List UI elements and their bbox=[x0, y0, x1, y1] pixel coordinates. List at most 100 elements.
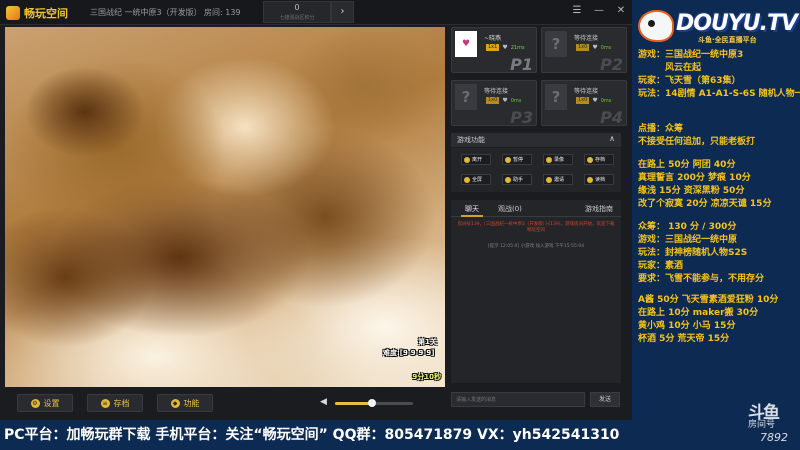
tab-spectate[interactable]: 观战(0) bbox=[498, 204, 522, 214]
settings-button[interactable]: ⚙ 设置 bbox=[17, 394, 73, 412]
volume-knob[interactable] bbox=[368, 399, 377, 407]
game-functions-title: 游戏功能 bbox=[457, 136, 485, 144]
function-load-button[interactable]: 读档 bbox=[584, 174, 614, 185]
heart-icon: ♥ bbox=[592, 44, 598, 51]
settings-label: 设置 bbox=[43, 398, 60, 408]
save-state-button[interactable]: ≡ 存档 bbox=[87, 394, 143, 412]
function-label: 存档 bbox=[595, 157, 606, 163]
overlay-info-line: 众筹： 130 分 / 300分 bbox=[638, 222, 737, 232]
overlay-info-line: 玩法：封神榜随机人物S2S bbox=[638, 248, 748, 258]
player-slot-2[interactable]: ? 等待连接 1x0 ♥ 0ms P2 bbox=[541, 27, 627, 74]
player-ping: 0ms bbox=[600, 97, 612, 104]
function-pause-button[interactable]: 暂停 bbox=[502, 154, 532, 165]
overlay-info-line: 改了个寂寞 20分 凉凉天谴 15分 bbox=[638, 199, 772, 209]
overlay-info-line: 风云在起 bbox=[638, 63, 702, 73]
overlay-info-line: 玩家：飞天雪（第63集） bbox=[638, 76, 741, 86]
window-controls: ☰ — ✕ bbox=[570, 4, 628, 18]
function-label: 助手 bbox=[513, 177, 524, 183]
volume-control[interactable]: ◀ bbox=[320, 396, 415, 410]
fullscreen-icon bbox=[464, 176, 470, 183]
chat-input[interactable] bbox=[451, 392, 585, 407]
player-name: 等待连接 bbox=[574, 88, 599, 95]
player-avatar: ? bbox=[455, 84, 477, 110]
function-assist-button[interactable]: 助手 bbox=[502, 174, 532, 185]
minimize-icon[interactable]: — bbox=[592, 4, 606, 18]
elapsed-time: 9分10秒 bbox=[412, 373, 441, 381]
douyu-logo: DOUYU.TV 斗鱼·全民直播平台 bbox=[638, 10, 798, 46]
chevron-up-icon[interactable]: ∧ bbox=[609, 134, 615, 143]
player-ping: 21ms bbox=[510, 44, 525, 51]
overlay-info-line: 要求：飞雪不能参与，不用存分 bbox=[638, 274, 765, 284]
player-avatar: ♥ bbox=[455, 31, 477, 57]
function-button[interactable]: ◆ 功能 bbox=[157, 394, 213, 412]
function-invite-button[interactable]: 邀请 bbox=[543, 174, 573, 185]
player-avatar: ? bbox=[545, 84, 567, 110]
overlay-info-line: 缘浅 15分 资深黑粉 50分 bbox=[638, 186, 745, 196]
function-label: 读档 bbox=[595, 177, 606, 183]
overlay-info-line: 在路上 10分 maker搬 30分 bbox=[638, 308, 759, 318]
game-screen[interactable]: 第1关 难度:[9-9-9-9] 9分10秒 bbox=[5, 27, 445, 387]
douyu-room-badge: 斗鱼 房间号 7892 bbox=[748, 398, 798, 446]
invite-icon bbox=[546, 176, 552, 183]
player-slot-1[interactable]: ♥ ~晓燕 1x1 ♥ 21ms P1 bbox=[451, 27, 537, 74]
function-label: 暂停 bbox=[513, 157, 524, 163]
promo-banner: PC平台：加畅玩群下载 手机平台：关注“畅玩空间” QQ群：805471879 … bbox=[4, 427, 620, 443]
save-label: 存档 bbox=[113, 398, 130, 408]
function-fullscreen-button[interactable]: 全屏 bbox=[461, 174, 491, 185]
cube-icon: ◆ bbox=[170, 398, 180, 408]
player-number: P4 bbox=[600, 108, 623, 127]
douyu-room-number: 7892 bbox=[760, 431, 788, 444]
function-label: 离开 bbox=[472, 157, 483, 163]
overlay-info-line: 点播：众筹 bbox=[638, 124, 684, 134]
function-record-button[interactable]: 录像 bbox=[543, 154, 573, 165]
player-controller-tag: 1x1 bbox=[486, 44, 500, 51]
menu-icon[interactable]: ☰ bbox=[570, 4, 584, 18]
overlay-info-line: 黄小鸡 10分 小马 15分 bbox=[638, 321, 736, 331]
player-slot-3[interactable]: ? 等待连接 1x0 ♥ 0ms P3 bbox=[451, 80, 537, 127]
game-functions-grid: 离开 暂停 录像 存档全屏 助手 邀请 读档 bbox=[451, 148, 621, 192]
send-button[interactable]: 发送 bbox=[590, 392, 620, 407]
chat-panel: 聊天 观战(0) 游戏指南 房间号139，[三国战纪一统中原3（开发版）]-[1… bbox=[451, 200, 621, 383]
save-icon: ≡ bbox=[100, 398, 110, 408]
player-slot-4[interactable]: ? 等待连接 1x0 ♥ 0ms P4 bbox=[541, 80, 627, 127]
game-functions-header[interactable]: 游戏功能 ∧ bbox=[451, 133, 621, 147]
player-avatar: ? bbox=[545, 31, 567, 57]
player-name: 等待连接 bbox=[484, 88, 509, 95]
heart-icon: ♥ bbox=[502, 97, 508, 104]
record-icon bbox=[546, 156, 552, 163]
game-toolbar: ⚙ 设置 ≡ 存档 ◆ 功能 ◀ bbox=[5, 391, 445, 415]
overlay-info-line: 杯酒 5分 荒天帝 15分 bbox=[638, 334, 730, 344]
region-next-button[interactable]: › bbox=[331, 1, 354, 23]
logo-mark-icon bbox=[6, 5, 20, 20]
stage-label: 第1关 bbox=[418, 338, 437, 346]
player-stats: 1x0 ♥ 0ms bbox=[486, 97, 521, 104]
speaker-icon[interactable]: ◀ bbox=[320, 397, 330, 407]
player-number: P1 bbox=[510, 55, 533, 74]
volume-fill bbox=[335, 402, 373, 405]
tab-game-guide[interactable]: 游戏指南 bbox=[585, 204, 613, 214]
game-title: 三国战纪 一统中原3（开发版） bbox=[90, 8, 202, 17]
function-exit-button[interactable]: 离开 bbox=[461, 154, 491, 165]
join-message: [提示 12:05:0] 小游戏 加入游戏 下午15:55:04 bbox=[487, 244, 585, 249]
region-score-box[interactable]: 0 七雄混战区积分 bbox=[263, 1, 331, 23]
function-save-button[interactable]: 存档 bbox=[584, 154, 614, 165]
tab-chat[interactable]: 聊天 bbox=[465, 204, 479, 214]
load-icon bbox=[587, 176, 593, 183]
volume-slider[interactable] bbox=[335, 399, 413, 407]
region-score-value: 0 bbox=[294, 3, 300, 12]
player-name: 等待连接 bbox=[574, 35, 599, 42]
overlay-info-line: 游戏：三国战纪一统中原 bbox=[638, 235, 738, 245]
room-number: 房间: 139 bbox=[204, 8, 241, 17]
overlay-info-line: 不接受任何追加，只能老板打 bbox=[638, 137, 756, 147]
player-controller-tag: 1x0 bbox=[486, 97, 500, 104]
overlay-info-line: 玩家：素酒 bbox=[638, 261, 684, 271]
douyu-room-label: 房间号 bbox=[748, 420, 776, 430]
heart-icon: ♥ bbox=[502, 44, 508, 51]
close-icon[interactable]: ✕ bbox=[614, 4, 628, 18]
player-controller-tag: 1x0 bbox=[576, 44, 590, 51]
player-number: P3 bbox=[510, 108, 533, 127]
heart-icon: ♥ bbox=[592, 97, 598, 104]
assist-icon bbox=[505, 176, 511, 183]
save-icon bbox=[587, 156, 593, 163]
overlay-info-line: 真理誓言 200分 梦痕 10分 bbox=[638, 173, 751, 183]
